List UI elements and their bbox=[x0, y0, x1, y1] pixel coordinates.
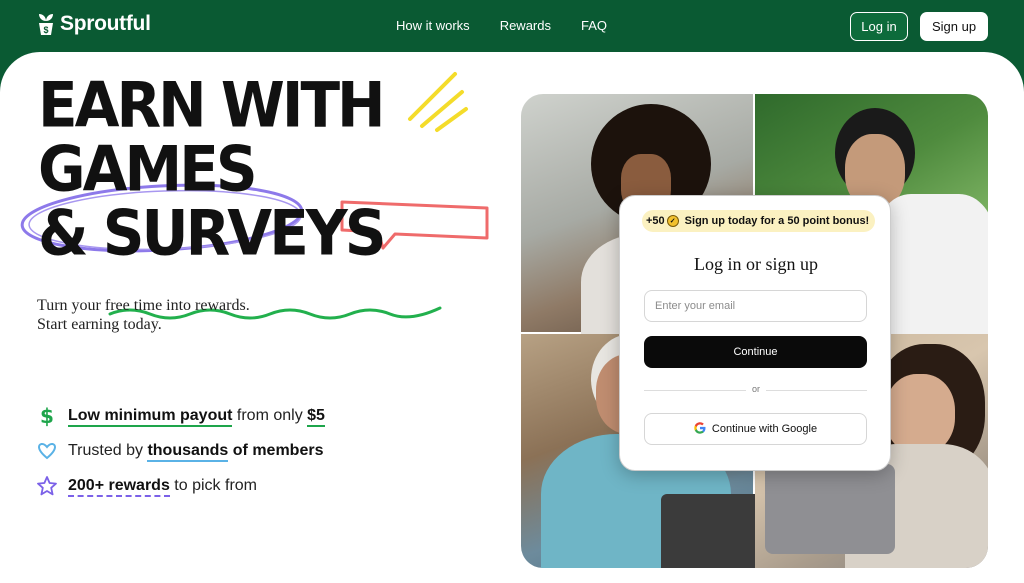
email-input[interactable] bbox=[655, 300, 866, 312]
feature-text: to pick from bbox=[169, 476, 257, 494]
feature-text: Trusted by bbox=[68, 441, 148, 459]
brand-logo[interactable]: $ Sproutful bbox=[36, 12, 151, 36]
hero-headline: EARN WITH GAMES & SURVEYS bbox=[38, 73, 387, 270]
feature-highlight: thousands bbox=[147, 441, 229, 462]
top-nav-bar: $ Sproutful How it works Rewards FAQ Log… bbox=[0, 0, 1024, 52]
feature-highlight: Low minimum payout bbox=[68, 406, 233, 427]
nav-faq[interactable]: FAQ bbox=[581, 18, 607, 33]
brand-name: Sproutful bbox=[60, 12, 151, 35]
feature-text-bold: of members bbox=[228, 441, 324, 459]
feature-text-payout: Low minimum payout from only $5 bbox=[68, 406, 325, 427]
feature-list: $ Low minimum payout from only $5 Truste… bbox=[36, 398, 325, 503]
login-button[interactable]: Log in bbox=[850, 12, 908, 41]
heart-icon bbox=[36, 442, 58, 460]
svg-text:$: $ bbox=[43, 25, 48, 35]
google-signin-button[interactable]: Continue with Google bbox=[644, 413, 867, 445]
dollar-icon: $ bbox=[36, 405, 58, 427]
bonus-badge: +50 ✓ bbox=[646, 215, 679, 227]
subtext-line-1: Turn your free time into rewards. bbox=[37, 297, 250, 314]
signup-button[interactable]: Sign up bbox=[920, 12, 988, 41]
card-title: Log in or sign up bbox=[694, 254, 818, 274]
feature-text: from only bbox=[232, 406, 308, 424]
nav-rewards[interactable]: Rewards bbox=[500, 18, 551, 33]
main-nav: How it works Rewards FAQ bbox=[396, 18, 607, 33]
divider-or-text: or bbox=[746, 384, 767, 394]
email-field[interactable] bbox=[644, 290, 867, 322]
feature-text-trusted: Trusted by thousands of members bbox=[68, 441, 324, 462]
bonus-banner: +50 ✓ Sign up today for a 50 point bonus… bbox=[642, 210, 876, 232]
feature-highlight: 200+ rewards bbox=[68, 476, 170, 497]
google-button-label: Continue with Google bbox=[711, 423, 818, 435]
hero-subtext: Turn your free time into rewards. Start … bbox=[37, 296, 250, 334]
login-card: +50 ✓ Sign up today for a 50 point bonus… bbox=[619, 195, 891, 471]
feature-item-trusted: Trusted by thousands of members bbox=[36, 433, 325, 468]
subtext-line-2: Start earning today. bbox=[37, 316, 162, 333]
sprout-pot-icon: $ bbox=[36, 12, 56, 36]
continue-button[interactable]: Continue bbox=[644, 336, 867, 368]
star-icon bbox=[36, 475, 58, 496]
feature-text-rewards: 200+ rewards to pick from bbox=[68, 476, 257, 497]
nav-how-it-works[interactable]: How it works bbox=[396, 18, 470, 33]
google-icon bbox=[694, 421, 706, 437]
feature-highlight-amount: $5 bbox=[307, 406, 325, 427]
svg-text:$: $ bbox=[40, 405, 54, 427]
bonus-points: +50 bbox=[646, 215, 665, 227]
feature-item-rewards: 200+ rewards to pick from bbox=[36, 468, 325, 503]
feature-item-payout: $ Low minimum payout from only $5 bbox=[36, 398, 325, 433]
coin-check-icon: ✓ bbox=[666, 215, 679, 227]
bonus-text: Sign up today for a 50 point bonus! bbox=[684, 215, 870, 227]
headline-line-3: & SURVEYS bbox=[38, 196, 387, 270]
